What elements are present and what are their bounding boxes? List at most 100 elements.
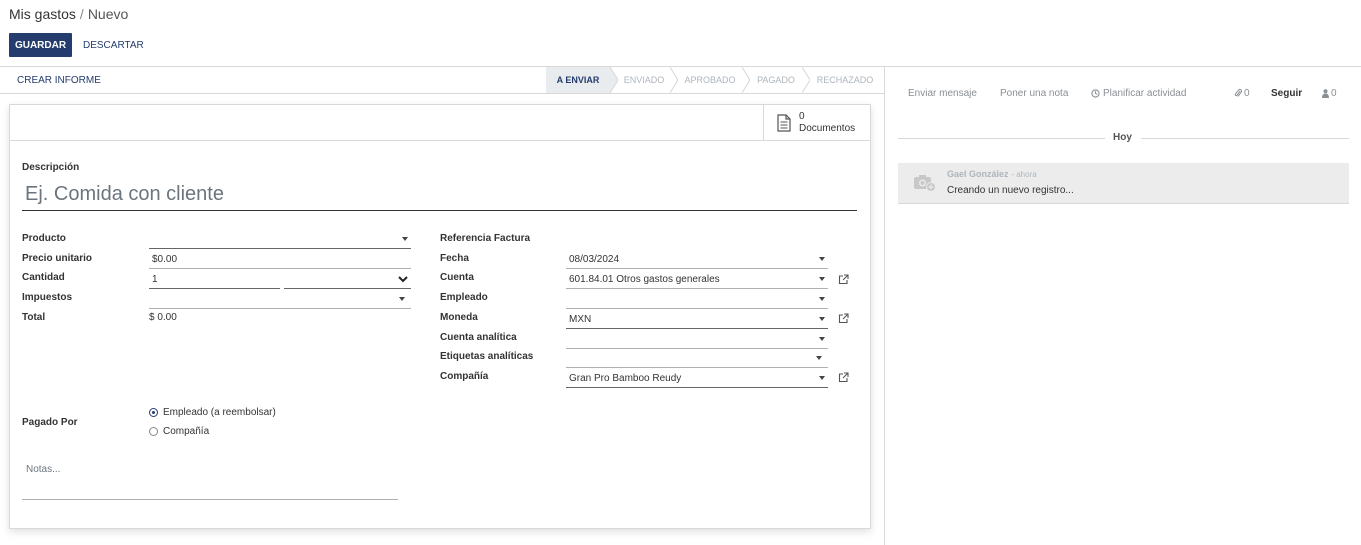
external-link-icon[interactable]	[838, 274, 849, 285]
total-value: $ 0.00	[149, 312, 177, 323]
taxes-label: Impuestos	[22, 292, 73, 303]
send-message-button[interactable]: Enviar mensaje	[908, 86, 977, 100]
stage-enviado[interactable]: ENVIADO	[618, 67, 670, 93]
analytic-account-label: Cuenta analítica	[440, 332, 517, 343]
description-label: Descripción	[22, 162, 80, 173]
paid-by-company-option[interactable]: Compañía	[149, 426, 209, 437]
save-button[interactable]: GUARDAR	[9, 33, 72, 57]
unit-price-field[interactable]: $0.00	[149, 250, 411, 269]
document-icon	[777, 114, 791, 132]
caret-down-icon	[819, 317, 825, 321]
currency-value: MXN	[569, 313, 592, 325]
unit-price-value: $0.00	[152, 253, 178, 265]
external-link-icon[interactable]	[838, 313, 849, 324]
stage-chevron	[610, 67, 618, 93]
date-separator-line	[898, 138, 1105, 139]
breadcrumb-separator: /	[79, 6, 84, 22]
user-icon	[1322, 88, 1329, 98]
account-field[interactable]: 601.84.01 Otros gastos generales	[566, 270, 828, 289]
follow-button[interactable]: Seguir	[1271, 86, 1302, 100]
total-label: Total	[22, 312, 46, 323]
paid-by-company-label: Compañía	[163, 426, 210, 437]
statusbar: CREAR INFORME A ENVIAR ENVIADO APROBADO …	[0, 67, 884, 94]
caret-down-icon	[819, 257, 825, 261]
currency-field[interactable]: MXN	[566, 310, 828, 329]
unit-price-label: Precio unitario	[22, 253, 93, 264]
caret-down-icon	[819, 337, 825, 341]
paid-by-employee-option[interactable]: Empleado (a reembolsar)	[149, 407, 276, 418]
date-separator-line	[1141, 138, 1349, 139]
button-box	[10, 105, 870, 141]
date-label: Fecha	[440, 253, 469, 264]
followers-button[interactable]: 0	[1322, 86, 1337, 100]
employee-label: Empleado	[440, 292, 488, 303]
currency-label: Moneda	[440, 312, 478, 323]
caret-down-icon	[819, 376, 825, 380]
date-field[interactable]: 08/03/2024	[566, 250, 828, 269]
schedule-activity-button[interactable]: Planificar actividad	[1091, 86, 1186, 100]
taxes-field[interactable]	[149, 290, 411, 309]
discard-button[interactable]: DESCARTAR	[83, 33, 144, 57]
notes-field[interactable]: Notas...	[22, 460, 398, 500]
message-header: Gael González - ahora	[947, 169, 1037, 180]
breadcrumb: Mis gastos / Nuevo	[9, 6, 128, 22]
caret-down-icon	[819, 297, 825, 301]
stage-pagado[interactable]: PAGADO	[750, 67, 802, 93]
analytic-tags-label: Etiquetas analíticas	[440, 351, 534, 362]
paid-by-label: Pagado Por	[22, 417, 78, 428]
chevron-down-icon	[398, 275, 408, 282]
message-body: Creando un nuevo registro...	[947, 185, 1074, 196]
paid-by-employee-label: Empleado (a reembolsar)	[163, 407, 276, 418]
message-time: - ahora	[1011, 170, 1037, 179]
paperclip-icon	[1234, 88, 1242, 97]
quantity-value: 1	[152, 273, 158, 285]
stage-chevron	[802, 67, 810, 93]
create-report-button[interactable]: CREAR INFORME	[17, 67, 101, 94]
caret-down-icon	[816, 356, 822, 360]
chatter-divider	[884, 67, 885, 545]
external-link-icon[interactable]	[838, 372, 849, 383]
product-field[interactable]	[149, 230, 411, 249]
caret-down-icon	[819, 277, 825, 281]
stage-aprobado[interactable]: APROBADO	[678, 67, 742, 93]
invoice-ref-label: Referencia Factura	[440, 233, 531, 244]
breadcrumb-current: Nuevo	[87, 6, 129, 22]
description-input[interactable]: Ej. Comida con cliente	[22, 178, 857, 211]
documents-label: Documentos	[799, 123, 856, 134]
chatter-message: Gael González - ahora Creando un nuevo r…	[898, 163, 1349, 204]
analytic-tags-field[interactable]	[566, 349, 828, 368]
clock-icon	[1091, 88, 1100, 98]
quantity-label: Cantidad	[22, 272, 65, 283]
product-label: Producto	[22, 233, 66, 244]
stage-rechazado[interactable]: RECHAZADO	[812, 67, 878, 93]
documents-smart-button[interactable]: 0 Documentos	[763, 105, 870, 141]
caret-down-icon	[399, 297, 405, 301]
company-value: Gran Pro Bamboo Reudy	[569, 372, 682, 384]
log-note-button[interactable]: Poner una nota	[1000, 86, 1068, 100]
radio-unselected[interactable]	[149, 427, 158, 436]
unit-of-measure-select[interactable]	[284, 270, 411, 289]
followers-count: 0	[1331, 87, 1337, 99]
documents-count: 0	[799, 111, 805, 122]
breadcrumb-parent[interactable]: Mis gastos	[9, 6, 76, 22]
stage-chevron	[670, 67, 678, 93]
employee-field[interactable]	[566, 290, 828, 309]
stage-a-enviar: A ENVIAR	[546, 67, 610, 93]
stage-chevron	[742, 67, 750, 93]
quantity-field[interactable]: 1	[149, 270, 280, 289]
company-field[interactable]: Gran Pro Bamboo Reudy	[566, 369, 828, 388]
caret-down-icon	[402, 237, 408, 241]
analytic-account-field[interactable]	[566, 330, 828, 349]
notes-placeholder: Notas...	[26, 464, 61, 475]
account-label: Cuenta	[440, 272, 474, 283]
date-value: 08/03/2024	[569, 253, 620, 265]
radio-selected[interactable]	[149, 408, 158, 417]
schedule-activity-label: Planificar actividad	[1103, 87, 1187, 99]
camera-avatar-icon	[914, 175, 936, 192]
attachments-count: 0	[1244, 87, 1250, 99]
attachments-button[interactable]: 0	[1234, 86, 1250, 100]
date-separator: Hoy	[1113, 132, 1132, 143]
account-value: 601.84.01 Otros gastos generales	[569, 273, 720, 285]
company-label: Compañía	[440, 371, 489, 382]
message-author[interactable]: Gael González	[947, 169, 1009, 179]
